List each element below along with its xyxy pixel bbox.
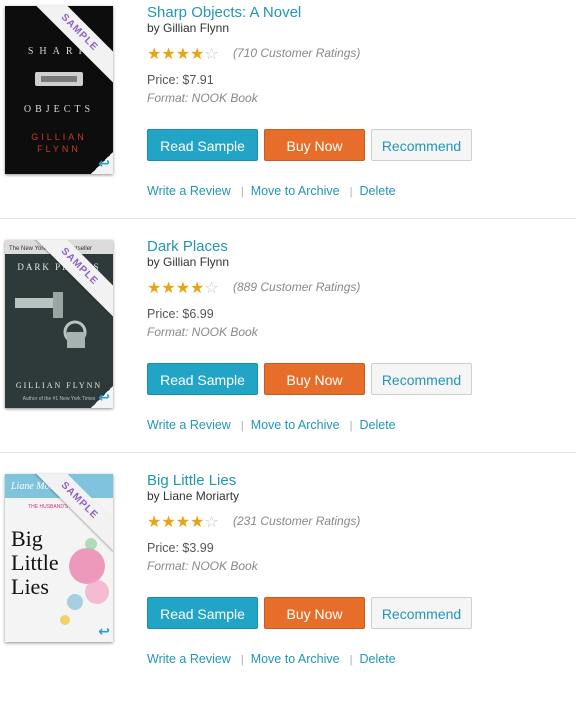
empty-star-icon: ☆ — [204, 280, 219, 297]
read-sample-button[interactable]: Read Sample — [147, 363, 258, 395]
ratings-count: (710 Customer Ratings) — [233, 46, 361, 60]
write-review-link[interactable]: Write a Review — [147, 184, 231, 198]
write-review-link[interactable]: Write a Review — [147, 652, 231, 666]
book-author: by Liane Moriarty — [147, 489, 240, 503]
star-icon: ★ — [161, 514, 176, 531]
star-icon: ★ — [147, 280, 162, 297]
cover-art: SHARP OBJECTS GILLIAN FLYNN — [5, 6, 113, 174]
return-arrow-icon[interactable]: ↩ — [98, 155, 110, 172]
move-archive-link[interactable]: Move to Archive — [251, 652, 340, 666]
item-actions: Write a Review | Move to Archive | Delete — [147, 418, 396, 432]
star-icon: ★ — [175, 46, 191, 63]
book-cover[interactable]: Liane Moriarty THE HUSBAND'S SECRET Big … — [5, 474, 113, 642]
write-review-link[interactable]: Write a Review — [147, 418, 231, 432]
book-item: Liane Moriarty THE HUSBAND'S SECRET Big … — [0, 468, 576, 702]
delete-link[interactable]: Delete — [359, 652, 395, 666]
book-title[interactable]: Dark Places — [147, 238, 228, 255]
star-rating: ★★★★☆ — [147, 44, 219, 64]
item-actions: Write a Review | Move to Archive | Delete — [147, 184, 396, 198]
separator: | — [240, 186, 244, 198]
separator: | — [349, 186, 353, 198]
separator: | — [240, 420, 244, 432]
star-rating: ★★★★☆ — [147, 512, 219, 532]
book-price: Price: $7.91 — [147, 73, 214, 87]
star-icon: ★ — [161, 46, 176, 63]
book-item: The New York Times Bestseller DARK PLACE… — [0, 234, 576, 468]
svg-text:GILLIAN: GILLIAN — [31, 132, 87, 142]
star-icon: ★ — [175, 514, 191, 531]
book-cover[interactable]: The New York Times Bestseller DARK PLACE… — [5, 240, 113, 408]
separator: | — [349, 420, 353, 432]
half-star-icon: ★ — [190, 46, 205, 63]
ratings-count: (889 Customer Ratings) — [233, 280, 361, 294]
svg-text:GILLIAN FLYNN: GILLIAN FLYNN — [16, 381, 102, 390]
book-cover[interactable]: SHARP OBJECTS GILLIAN FLYNN SAMPLE ↩ — [5, 6, 113, 174]
book-title[interactable]: Sharp Objects: A Novel — [147, 4, 301, 21]
svg-text:Little: Little — [11, 550, 59, 575]
return-arrow-icon[interactable]: ↩ — [98, 389, 110, 406]
recommend-button[interactable]: Recommend — [371, 597, 472, 629]
star-rating: ★★★★☆ — [147, 278, 219, 298]
delete-link[interactable]: Delete — [359, 418, 395, 432]
separator: | — [240, 654, 244, 666]
star-icon: ★ — [175, 280, 191, 297]
read-sample-button[interactable]: Read Sample — [147, 597, 258, 629]
recommend-button[interactable]: Recommend — [371, 129, 472, 161]
book-price: Price: $3.99 — [147, 541, 214, 555]
svg-text:OBJECTS: OBJECTS — [24, 104, 94, 115]
divider — [0, 218, 576, 219]
book-author: by Gillian Flynn — [147, 255, 230, 269]
empty-star-icon: ☆ — [204, 46, 219, 63]
separator: | — [349, 654, 353, 666]
half-star-icon: ★ — [190, 280, 205, 297]
buy-now-button[interactable]: Buy Now — [264, 363, 365, 395]
book-title[interactable]: Big Little Lies — [147, 472, 236, 489]
svg-text:Big: Big — [11, 526, 43, 551]
item-actions: Write a Review | Move to Archive | Delete — [147, 652, 396, 666]
buy-now-button[interactable]: Buy Now — [264, 597, 365, 629]
delete-link[interactable]: Delete — [359, 184, 395, 198]
half-star-icon: ★ — [190, 514, 205, 531]
move-archive-link[interactable]: Move to Archive — [251, 184, 340, 198]
book-author: by Gillian Flynn — [147, 21, 230, 35]
cover-art: The New York Times Bestseller DARK PLACE… — [5, 240, 113, 408]
move-archive-link[interactable]: Move to Archive — [251, 418, 340, 432]
buy-now-button[interactable]: Buy Now — [264, 129, 365, 161]
ratings-count: (231 Customer Ratings) — [233, 514, 361, 528]
star-icon: ★ — [147, 46, 162, 63]
recommend-button[interactable]: Recommend — [371, 363, 472, 395]
empty-star-icon: ☆ — [204, 514, 219, 531]
book-format: Format: NOOK Book — [147, 91, 258, 105]
book-item: SHARP OBJECTS GILLIAN FLYNN SAMPLE ↩ Sha… — [0, 0, 576, 234]
cover-art: Liane Moriarty THE HUSBAND'S SECRET Big … — [5, 474, 113, 642]
read-sample-button[interactable]: Read Sample — [147, 129, 258, 161]
svg-text:FLYNN: FLYNN — [37, 144, 81, 154]
svg-text:Author of the #1 New York Time: Author of the #1 New York Times — [23, 396, 96, 402]
book-format: Format: NOOK Book — [147, 325, 258, 339]
divider — [0, 452, 576, 453]
book-price: Price: $6.99 — [147, 307, 214, 321]
star-icon: ★ — [161, 280, 176, 297]
return-arrow-icon[interactable]: ↩ — [98, 623, 110, 640]
star-icon: ★ — [147, 514, 162, 531]
svg-text:Lies: Lies — [11, 574, 49, 599]
book-format: Format: NOOK Book — [147, 559, 258, 573]
